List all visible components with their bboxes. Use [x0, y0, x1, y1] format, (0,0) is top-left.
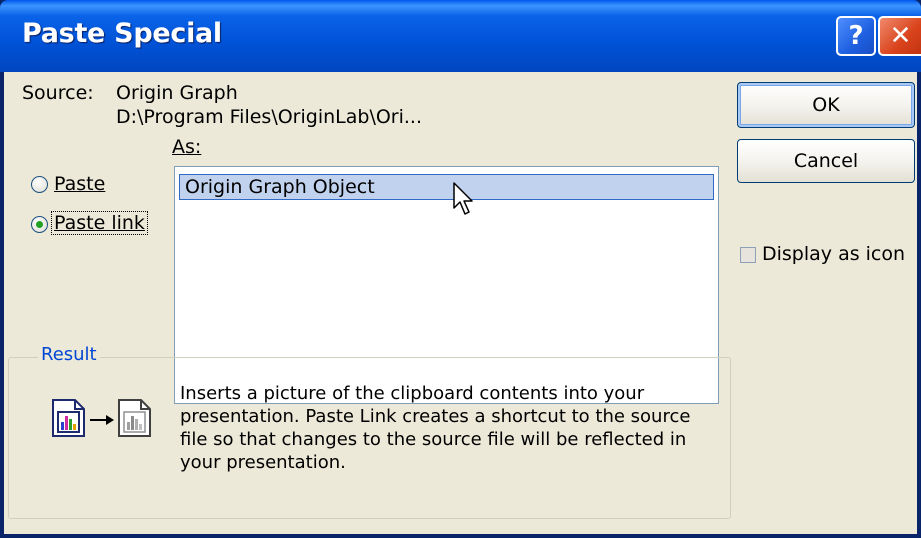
link-picture-icon: [117, 398, 153, 442]
list-item[interactable]: Origin Graph Object: [179, 174, 714, 200]
paste-link-radio-label[interactable]: Paste link: [51, 211, 148, 235]
display-as-icon-label[interactable]: Display as icon: [762, 243, 905, 265]
title-bar[interactable]: Paste Special ? ✕: [0, 0, 921, 72]
help-icon: ?: [848, 21, 864, 51]
source-label: Source:: [22, 82, 94, 104]
paste-link-radio[interactable]: [31, 216, 48, 233]
source-path: D:\Program Files\OriginLab\Ori...: [116, 106, 423, 128]
paste-radio-label[interactable]: Paste: [54, 173, 105, 195]
help-button[interactable]: ?: [836, 16, 876, 56]
radio-selected-dot: [36, 221, 43, 228]
paste-radio[interactable]: [31, 176, 48, 193]
result-description: Inserts a picture of the clipboard conte…: [180, 383, 691, 473]
picture-icon: [51, 398, 87, 442]
source-name: Origin Graph: [116, 82, 238, 104]
close-button[interactable]: ✕: [878, 16, 921, 56]
result-label: Result: [38, 344, 100, 365]
ok-button[interactable]: OK: [737, 82, 915, 128]
cancel-button[interactable]: Cancel: [737, 139, 915, 183]
arrow-icon: [89, 412, 115, 431]
as-label: As:: [172, 136, 202, 158]
display-as-icon-checkbox[interactable]: [740, 247, 756, 263]
dialog-body: Source: Origin Graph D:\Program Files\Or…: [4, 72, 917, 534]
dialog-title: Paste Special: [22, 18, 222, 49]
paste-special-dialog: Paste Special ? ✕ Source: Origin Graph D…: [0, 0, 921, 538]
close-icon: ✕: [889, 21, 912, 51]
mouse-cursor-icon: [453, 182, 477, 222]
